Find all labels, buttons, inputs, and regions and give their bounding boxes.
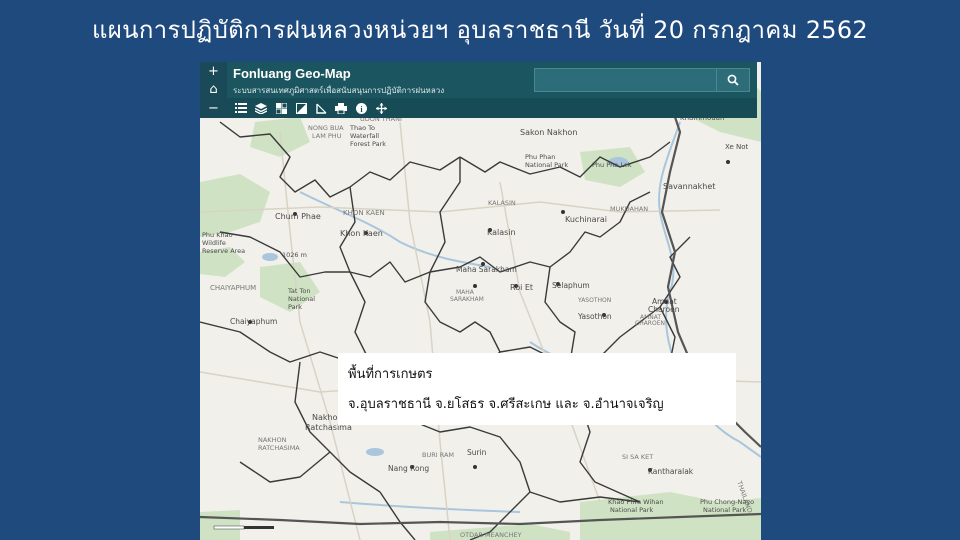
- layers-icon: [255, 102, 267, 114]
- svg-text:NAKHON: NAKHON: [258, 436, 287, 444]
- print-button[interactable]: [331, 99, 351, 117]
- svg-text:Park: Park: [288, 303, 302, 311]
- pan-icon: [375, 102, 387, 114]
- svg-text:OTDAR MEANCHEY: OTDAR MEANCHEY: [460, 531, 522, 539]
- measure-button[interactable]: [311, 99, 331, 117]
- svg-text:National Park: National Park: [610, 506, 653, 514]
- search-box: [534, 68, 750, 92]
- svg-text:Khon Kaen: Khon Kaen: [340, 229, 383, 238]
- svg-text:SARAKHAM: SARAKHAM: [450, 296, 484, 303]
- info-icon: i: [355, 102, 367, 114]
- svg-text:BURI RAM: BURI RAM: [422, 451, 454, 459]
- svg-text:Phu Khao: Phu Khao: [202, 231, 233, 239]
- svg-text:CHAIYAPHUM: CHAIYAPHUM: [210, 284, 256, 292]
- svg-text:MUKDAHAN: MUKDAHAN: [610, 205, 648, 213]
- svg-text:Xe Not: Xe Not: [725, 143, 749, 151]
- svg-text:Forest Park: Forest Park: [350, 140, 386, 148]
- svg-text:NONG BUA: NONG BUA: [308, 124, 344, 132]
- svg-text:Selaphum: Selaphum: [552, 281, 590, 290]
- svg-text:LAM PHU: LAM PHU: [312, 132, 342, 140]
- svg-text:1026 m: 1026 m: [282, 251, 307, 259]
- overview-icon: [295, 102, 307, 114]
- svg-text:Savannakhet: Savannakhet: [663, 182, 715, 191]
- slide-title: แผนการปฏิบัติการฝนหลวงหน่วยฯ อุบลราชธานี…: [92, 16, 868, 44]
- svg-text:Sakon Nakhon: Sakon Nakhon: [520, 128, 577, 137]
- home-button[interactable]: ⌂: [209, 83, 217, 96]
- svg-text:Roi Et: Roi Et: [510, 283, 533, 292]
- svg-text:National: National: [288, 295, 315, 303]
- svg-text:Waterfall: Waterfall: [350, 132, 379, 140]
- scale-bar: [213, 525, 274, 530]
- svg-text:Phu Pha Lek: Phu Pha Lek: [592, 161, 632, 169]
- list-icon: [235, 103, 247, 113]
- zoom-control: + ⌂ −: [200, 62, 227, 118]
- svg-text:Tat Ton: Tat Ton: [287, 287, 310, 295]
- annotation-heading: พื้นที่การเกษตร: [348, 367, 433, 382]
- app-subtitle: ระบบสารสนเทศภูมิศาสตร์เพื่อสนับสนุนการปฏ…: [233, 86, 445, 95]
- about-button[interactable]: i: [351, 99, 371, 117]
- svg-text:Phu Phan: Phu Phan: [525, 153, 555, 161]
- svg-text:Maha Sarakham: Maha Sarakham: [456, 265, 517, 274]
- print-icon: [335, 102, 347, 114]
- zoom-in-button[interactable]: +: [208, 65, 219, 78]
- svg-text:YASOTHON: YASOTHON: [577, 297, 611, 304]
- svg-text:Khao Phra Wihan: Khao Phra Wihan: [608, 498, 663, 506]
- map-view[interactable]: NONG BUA LAM PHU Thao To Waterfall Fores…: [200, 62, 761, 540]
- svg-text:Chaiyaphum: Chaiyaphum: [230, 317, 277, 326]
- svg-text:National Park: National Park: [703, 506, 746, 514]
- svg-text:Surin: Surin: [467, 448, 487, 457]
- app-header: Fonluang Geo-Map ระบบสารสนเทศภูมิศาสตร์เ…: [227, 62, 757, 118]
- svg-text:Yasothon: Yasothon: [577, 312, 612, 321]
- search-icon: [727, 74, 739, 86]
- legend-button[interactable]: [231, 99, 251, 117]
- svg-text:Reserve Area: Reserve Area: [202, 247, 245, 255]
- pan-button[interactable]: [371, 99, 391, 117]
- measure-icon: [315, 103, 326, 114]
- annotation-provinces: จ.อุบลราชธานี จ.ยโสธร จ.ศรีสะเกษ และ จ.อ…: [348, 397, 664, 412]
- svg-text:Thao To: Thao To: [349, 124, 375, 132]
- basemap-gallery-icon: [275, 102, 287, 114]
- layer-list-button[interactable]: [251, 99, 271, 117]
- search-input[interactable]: [535, 69, 717, 91]
- basemap[interactable]: NONG BUA LAM PHU Thao To Waterfall Fores…: [200, 62, 761, 540]
- svg-text:KHON KAEN: KHON KAEN: [343, 209, 385, 217]
- svg-text:Kuchinarai: Kuchinarai: [565, 215, 607, 224]
- svg-text:Kalasin: Kalasin: [487, 228, 516, 237]
- svg-text:Charoen: Charoen: [648, 305, 680, 314]
- toolbar: i: [227, 98, 757, 118]
- zoom-out-button[interactable]: −: [208, 102, 219, 115]
- svg-text:KALASIN: KALASIN: [488, 199, 516, 207]
- svg-text:MAHA: MAHA: [456, 289, 475, 296]
- search-button[interactable]: [716, 69, 749, 91]
- svg-text:Kantharalak: Kantharalak: [648, 467, 694, 476]
- svg-text:Nang Rong: Nang Rong: [388, 464, 429, 473]
- svg-text:RATCHASIMA: RATCHASIMA: [258, 444, 300, 452]
- basemap-gallery-button[interactable]: [271, 99, 291, 117]
- svg-text:SI SA KET: SI SA KET: [622, 453, 653, 461]
- app-title: Fonluang Geo-Map: [233, 66, 351, 81]
- annotation-box: พื้นที่การเกษตร จ.อุบลราชธานี จ.ยโสธร จ.…: [338, 353, 736, 425]
- svg-text:National Park: National Park: [525, 161, 568, 169]
- overview-map-button[interactable]: [291, 99, 311, 117]
- svg-text:Chum Phae: Chum Phae: [275, 212, 321, 221]
- svg-text:Wildlife: Wildlife: [202, 239, 226, 247]
- svg-text:CHAROEN: CHAROEN: [635, 320, 665, 327]
